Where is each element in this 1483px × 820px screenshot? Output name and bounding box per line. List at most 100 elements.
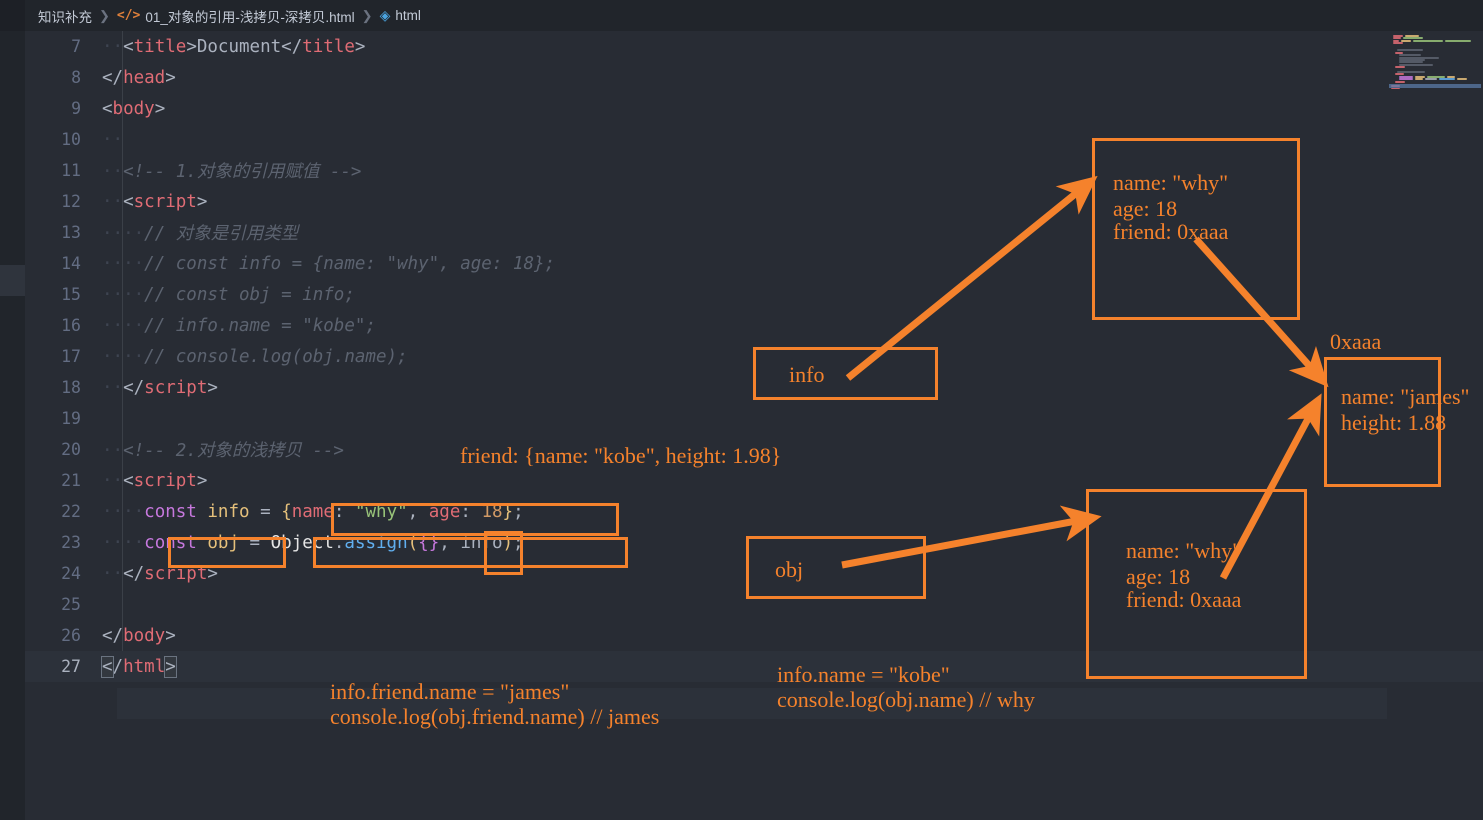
token: > <box>196 191 208 212</box>
line-content: <body> <box>99 99 1483 119</box>
code-line[interactable]: 23 ····const obj = Object.assign({}, info… <box>25 527 1483 558</box>
minimap-line <box>1425 78 1437 81</box>
code-line[interactable]: 20 ··<!-- 2.对象的浅拷贝 --> <box>25 434 1483 465</box>
token: // console.log(obj.name); <box>144 346 408 367</box>
breadcrumb-folder-label: 知识补充 <box>38 9 92 25</box>
minimap-line <box>1399 78 1413 81</box>
token: { <box>281 501 292 522</box>
line-27-active-band <box>117 688 1387 719</box>
line-number: 21 <box>61 471 81 490</box>
token: head <box>123 67 166 88</box>
code-editor[interactable]: 7 ··<title>Document</title> 8 </head> 9 <body… <box>0 31 1483 820</box>
token: ·· <box>102 129 124 150</box>
code-line[interactable]: 24 ··</script> <box>25 558 1483 589</box>
minimap[interactable] <box>1389 33 1481 89</box>
code-line[interactable]: 12 ··<script> <box>25 186 1483 217</box>
breadcrumb-item-symbol[interactable]: ◈ html <box>380 7 421 24</box>
breadcrumb-item-folder[interactable]: 知识补充 <box>38 6 92 26</box>
code-line[interactable]: 16 ····// info.name = "kobe"; <box>25 310 1483 341</box>
breadcrumb-item-file[interactable]: </> 01_对象的引用-浅拷贝-深拷贝.html <box>117 6 355 26</box>
line-content: ····const obj = Object.assign({}, info); <box>99 533 1483 553</box>
line-number: 18 <box>61 378 81 397</box>
token: Object <box>270 532 334 553</box>
line-content: ····// 对象是引用类型 <box>99 220 1483 245</box>
minimap-line <box>1415 78 1423 81</box>
code-line[interactable]: 18 ··</script> <box>25 372 1483 403</box>
line-number: 20 <box>61 440 81 459</box>
cube-icon: ◈ <box>379 7 391 23</box>
code-line[interactable]: 19 <box>25 403 1483 434</box>
line-number: 9 <box>71 99 81 118</box>
line-number: 14 <box>61 254 81 273</box>
token: < <box>123 191 134 212</box>
token: "why" <box>354 501 408 522</box>
token: < <box>102 98 113 119</box>
token: </ <box>123 377 145 398</box>
breadcrumb-separator-2: ❯ <box>361 7 373 23</box>
minimap-line <box>1413 39 1443 42</box>
minimap-line <box>1445 39 1471 42</box>
token: ·· <box>102 36 124 57</box>
token: . <box>333 532 345 553</box>
minimap-line <box>1395 80 1405 83</box>
minimap-line <box>1439 78 1455 81</box>
line-content: </body> <box>99 626 1483 646</box>
token: <!-- 1.对象的引用赋值 --> <box>123 162 362 182</box>
line-number: 16 <box>61 316 81 335</box>
token: / <box>112 656 124 677</box>
token: ; <box>513 532 524 553</box>
code-line[interactable]: 21 ··<script> <box>25 465 1483 496</box>
line-number: 11 <box>61 161 81 180</box>
line-number: 10 <box>61 130 81 149</box>
line-number: 13 <box>61 223 81 242</box>
token: html <box>123 656 166 677</box>
minimap-viewport[interactable] <box>1389 84 1481 88</box>
minimap-line <box>1393 42 1403 45</box>
line-content: ····// console.log(obj.name); <box>99 347 1483 367</box>
code-line[interactable]: 22 ····const info = {name: "why", age: 18… <box>25 496 1483 527</box>
line-content: ··<!-- 2.对象的浅拷贝 --> <box>99 437 1483 462</box>
token: ·· <box>102 162 124 182</box>
line-content: ·· <box>99 130 1483 150</box>
code-line[interactable]: 7 ··<title>Document</title> <box>25 31 1483 62</box>
line-content: ····// const info = {name: "why", age: 1… <box>99 254 1483 274</box>
line-number: 15 <box>61 285 81 304</box>
code-line[interactable]: 13 ····// 对象是引用类型 <box>25 217 1483 248</box>
token: ···· <box>102 532 145 553</box>
token: script <box>144 377 208 398</box>
code-line[interactable]: 25 <box>25 589 1483 620</box>
line-number: 23 <box>61 533 81 552</box>
code-line[interactable]: 26 </body> <box>25 620 1483 651</box>
token: </ <box>102 625 124 646</box>
line-content: ····// info.name = "kobe"; <box>99 316 1483 336</box>
breadcrumb-file-label: 01_对象的引用-浅拷贝-深拷贝.html <box>145 9 355 25</box>
line-content: ····const info = {name: "why", age: 18}; <box>99 502 1483 522</box>
code-line[interactable]: 8 </head> <box>25 62 1483 93</box>
token: : <box>460 501 471 522</box>
code-line[interactable]: 10 ·· <box>25 124 1483 155</box>
token: // 对象是引用类型 <box>144 224 299 244</box>
token: ·· <box>102 377 124 398</box>
minimap-line <box>1399 54 1421 57</box>
code-line[interactable]: 11 ··<!-- 1.对象的引用赋值 --> <box>25 155 1483 186</box>
token: 18 <box>481 501 503 522</box>
token: info <box>207 501 250 522</box>
line-content: ··</script> <box>99 564 1483 584</box>
code-line[interactable]: 27 </html> <box>25 651 1483 682</box>
line-content: ··<title>Document</title> <box>99 37 1483 57</box>
token: title <box>302 36 355 57</box>
token: ···· <box>102 501 145 522</box>
token: ···· <box>102 284 145 305</box>
code-line[interactable]: 17 ····// console.log(obj.name); <box>25 341 1483 372</box>
code-line[interactable]: 15 ····// const obj = info; <box>25 279 1483 310</box>
code-line[interactable]: 9 <body> <box>25 93 1483 124</box>
token: ·· <box>102 470 124 491</box>
code-line[interactable]: 14 ····// const info = {name: "why", age:… <box>25 248 1483 279</box>
token: ···· <box>102 346 145 367</box>
